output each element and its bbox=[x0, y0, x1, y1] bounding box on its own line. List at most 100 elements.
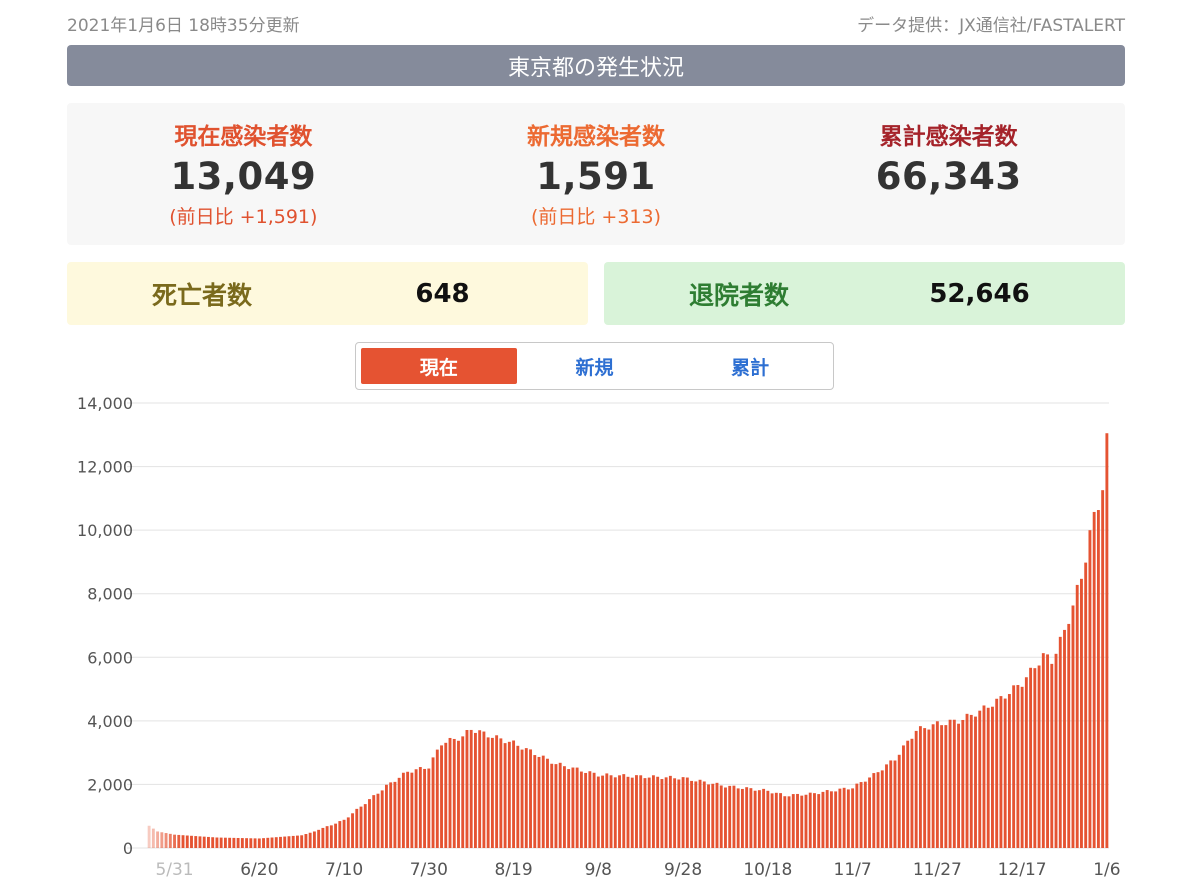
bar bbox=[1016, 685, 1020, 848]
x-tick-label: 6/20 bbox=[240, 860, 278, 880]
updated-timestamp: 2021年1月6日 18時35分更新 bbox=[67, 15, 300, 36]
bar bbox=[732, 785, 736, 848]
bar bbox=[846, 789, 850, 848]
bar bbox=[1092, 511, 1096, 848]
bar bbox=[342, 819, 346, 848]
bar bbox=[334, 823, 338, 848]
bar bbox=[406, 771, 410, 848]
tab-new[interactable]: 新規 bbox=[517, 348, 673, 384]
bar bbox=[435, 749, 439, 848]
page-title-bar: 東京都の発生状況 bbox=[67, 45, 1125, 86]
bar bbox=[219, 837, 223, 848]
bar bbox=[1024, 677, 1028, 848]
top-bar: 2021年1月6日 18時35分更新 データ提供：JX通信社/FASTALERT bbox=[67, 10, 1125, 36]
data-source: データ提供：JX通信社/FASTALERT bbox=[857, 15, 1125, 36]
bar bbox=[1003, 698, 1007, 848]
chart-mode-tabs: 現在 新規 累計 bbox=[355, 342, 834, 390]
x-tick-label: 1/6 bbox=[1093, 860, 1120, 880]
y-tick-label: 0 bbox=[123, 839, 133, 858]
bar bbox=[579, 771, 583, 848]
bar bbox=[906, 740, 910, 848]
bar bbox=[168, 833, 172, 848]
bar bbox=[558, 762, 562, 848]
bar bbox=[164, 833, 168, 848]
bar bbox=[486, 737, 490, 848]
bar bbox=[423, 768, 427, 848]
bar bbox=[779, 793, 783, 848]
tab-total[interactable]: 累計 bbox=[672, 348, 828, 384]
bar bbox=[876, 772, 880, 848]
bar bbox=[503, 743, 507, 848]
stat-current-diff: (前日比 +1,591) bbox=[169, 206, 318, 228]
bar bbox=[562, 766, 566, 848]
bar bbox=[329, 825, 333, 848]
bar bbox=[762, 788, 766, 848]
bar bbox=[630, 777, 634, 848]
bar bbox=[325, 826, 329, 848]
bar bbox=[571, 767, 575, 848]
bar bbox=[1050, 663, 1054, 848]
bar bbox=[622, 774, 626, 848]
bar bbox=[715, 782, 719, 848]
x-tick-label: 9/8 bbox=[585, 860, 612, 880]
bar bbox=[177, 834, 181, 848]
bar bbox=[944, 725, 948, 848]
bar bbox=[1080, 578, 1083, 848]
bar bbox=[605, 773, 609, 848]
bar bbox=[673, 778, 677, 848]
bar bbox=[490, 737, 494, 848]
bar bbox=[986, 707, 990, 848]
bar bbox=[668, 775, 672, 848]
stat-new-diff: (前日比 +313) bbox=[530, 206, 662, 228]
bar bbox=[160, 832, 164, 848]
bar bbox=[757, 790, 761, 848]
bar bbox=[940, 725, 944, 848]
bar bbox=[431, 757, 435, 848]
bar bbox=[910, 738, 914, 848]
x-tick-label: 8/19 bbox=[494, 860, 532, 880]
deaths-box: 死亡者数 648 bbox=[67, 262, 588, 325]
stat-new-value: 1,591 bbox=[536, 155, 656, 198]
y-tick-label: 14,000 bbox=[77, 394, 133, 413]
bar bbox=[885, 764, 888, 848]
bar bbox=[427, 768, 431, 848]
bar bbox=[766, 790, 770, 848]
stat-total-value: 66,343 bbox=[875, 155, 1022, 198]
recovered-box: 退院者数 52,646 bbox=[604, 262, 1125, 325]
bar bbox=[783, 796, 787, 848]
bar bbox=[1105, 433, 1109, 848]
bar bbox=[457, 740, 460, 848]
bar bbox=[618, 775, 621, 848]
bar bbox=[749, 788, 753, 848]
bar bbox=[1101, 490, 1105, 848]
bar bbox=[478, 730, 482, 848]
bar bbox=[702, 781, 706, 848]
bar bbox=[228, 837, 232, 848]
tab-current[interactable]: 現在 bbox=[361, 348, 517, 384]
bar bbox=[1046, 654, 1049, 848]
bar bbox=[1041, 653, 1045, 848]
bar bbox=[440, 745, 443, 848]
bar bbox=[266, 837, 270, 848]
bar bbox=[202, 836, 206, 848]
bar bbox=[1058, 636, 1062, 848]
bar bbox=[461, 736, 465, 848]
bar bbox=[368, 799, 371, 848]
bar bbox=[270, 837, 274, 848]
bar bbox=[376, 793, 380, 848]
bar bbox=[495, 735, 499, 848]
y-tick-label: 12,000 bbox=[77, 458, 133, 477]
bar bbox=[880, 770, 884, 848]
bar bbox=[728, 785, 732, 848]
bar bbox=[774, 792, 778, 848]
stat-new-label: 新規感染者数 bbox=[527, 124, 665, 150]
bar bbox=[931, 724, 935, 848]
x-tick-label: 7/30 bbox=[410, 860, 448, 880]
bar bbox=[473, 732, 477, 848]
bar bbox=[626, 776, 630, 848]
bar bbox=[181, 835, 185, 848]
bar bbox=[236, 837, 240, 848]
bar bbox=[821, 791, 825, 848]
bar bbox=[372, 795, 376, 848]
stat-new: 新規感染者数 1,591 (前日比 +313) bbox=[420, 103, 773, 245]
